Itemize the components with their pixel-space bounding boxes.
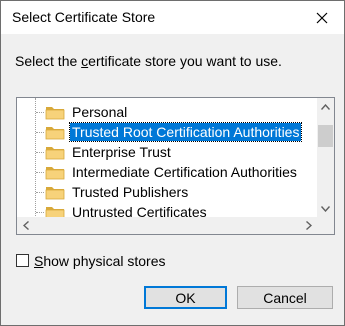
cancel-button[interactable]: Cancel — [237, 286, 333, 309]
folder-icon — [45, 187, 65, 200]
tree-item[interactable]: Trusted Root Certification Authorities — [17, 122, 317, 142]
tree-connector-branch — [36, 172, 44, 173]
vertical-scroll-thumb[interactable] — [318, 125, 333, 147]
folder-icon — [45, 167, 65, 180]
tree-item-label: Trusted Root Certification Authorities — [68, 122, 303, 142]
tree-item-label: Untrusted Certificates — [72, 204, 207, 218]
horizontal-scrollbar[interactable] — [17, 217, 317, 234]
folder-icon — [45, 207, 65, 218]
scrollbar-corner — [317, 217, 334, 234]
tree-item-label: Enterprise Trust — [72, 144, 171, 160]
show-physical-mnemonic: S — [34, 253, 44, 269]
scroll-right-button[interactable] — [300, 217, 317, 234]
tree-item-label: Trusted Publishers — [72, 184, 189, 200]
ok-button[interactable]: OK — [144, 286, 227, 309]
arrow-down-icon — [321, 205, 330, 212]
title-bar: Select Certificate Store — [1, 1, 344, 34]
scroll-down-button[interactable] — [317, 200, 334, 217]
certificate-store-tree[interactable]: Personal Trusted Root Certification Autho… — [16, 97, 335, 235]
show-physical-stores-checkbox[interactable] — [16, 254, 29, 267]
arrow-left-icon — [22, 221, 29, 230]
instruction-suffix: ertificate store you want to use. — [88, 53, 282, 69]
show-physical-stores-label[interactable]: Show physical stores — [34, 253, 166, 269]
folder-icon — [45, 127, 65, 140]
tree-item[interactable]: Intermediate Certification Authorities — [17, 162, 317, 182]
tree-item[interactable]: Personal — [17, 102, 317, 122]
dialog-title: Select Certificate Store — [12, 9, 156, 25]
tree-connector-branch — [36, 132, 44, 133]
select-certificate-store-dialog: Select Certificate Store Select the cert… — [0, 0, 345, 326]
scroll-up-button[interactable] — [317, 98, 334, 115]
folder-icon — [45, 147, 65, 160]
tree-item-label: Personal — [72, 104, 128, 120]
close-button[interactable] — [300, 1, 344, 34]
tree-connector-branch — [36, 192, 44, 193]
close-icon — [316, 12, 328, 23]
instruction-text: Select the certificate store you want to… — [15, 53, 282, 69]
arrow-up-icon — [321, 103, 330, 110]
scroll-left-button[interactable] — [17, 217, 34, 234]
folder-icon — [45, 107, 65, 120]
tree-connector-branch — [36, 212, 44, 213]
vertical-scrollbar[interactable] — [317, 98, 334, 217]
tree-list: Personal Trusted Root Certification Autho… — [17, 98, 317, 218]
tree-item-label: Intermediate Certification Authorities — [72, 164, 297, 180]
tree-item[interactable]: Enterprise Trust — [17, 142, 317, 162]
instruction-prefix: Select the — [15, 53, 82, 69]
show-physical-label-rest: how physical stores — [43, 253, 166, 269]
tree-connector-branch — [36, 152, 44, 153]
arrow-right-icon — [305, 221, 312, 230]
tree-item[interactable]: Untrusted Certificates — [17, 202, 317, 218]
tree-item[interactable]: Trusted Publishers — [17, 182, 317, 202]
tree-connector-branch — [36, 112, 44, 113]
